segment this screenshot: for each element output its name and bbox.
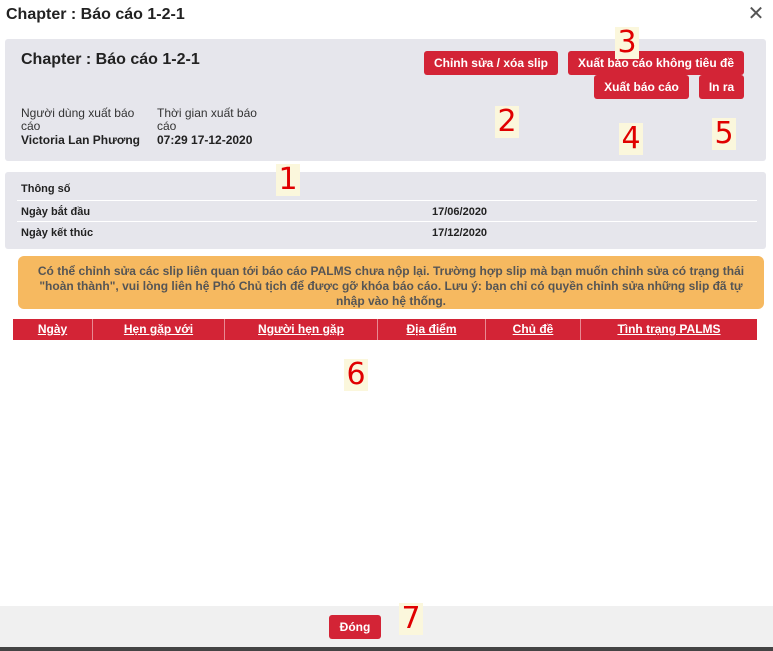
- column-location[interactable]: Địa điểm: [378, 319, 486, 340]
- param-row-end-date: Ngày kết thúc 17/12/2020: [17, 221, 757, 242]
- exported-by-label: Người dùng xuất báo cáo: [21, 106, 135, 133]
- close-button[interactable]: Đóng: [329, 615, 381, 639]
- bottom-divider: [0, 647, 773, 651]
- report-heading: Chapter : Báo cáo 1-2-1: [21, 51, 200, 68]
- end-date-label: Ngày kết thúc: [21, 227, 94, 239]
- export-no-header-button[interactable]: Xuất báo cáo không tiêu đề: [568, 51, 744, 75]
- close-icon[interactable]: ✕: [747, 4, 765, 24]
- edit-notice: Có thể chỉnh sửa các slip liên quan tới …: [18, 256, 764, 309]
- dialog-titlebar: Chapter : Báo cáo 1-2-1 ✕: [0, 0, 773, 32]
- callout-5: 5: [712, 118, 736, 150]
- export-time-value: 07:29 17-12-2020: [157, 133, 253, 147]
- callout-1: 1: [276, 164, 300, 196]
- export-time: Thời gian xuất báo cáo 07:29 17-12-2020: [157, 107, 277, 147]
- callout-4: 4: [619, 123, 643, 155]
- export-time-label: Thời gian xuất báo cáo: [157, 106, 257, 133]
- print-button[interactable]: In ra: [699, 75, 744, 99]
- exported-by: Người dùng xuất báo cáo Victoria Lan Phư…: [21, 107, 141, 147]
- param-row-start-date: Ngày bắt đầu 17/06/2020: [17, 200, 757, 221]
- column-palms-status[interactable]: Tình trạng PALMS: [581, 319, 757, 340]
- dialog-footer: Đóng: [0, 606, 773, 647]
- column-meeting-with[interactable]: Hẹn gặp với: [93, 319, 225, 340]
- start-date-label: Ngày bắt đầu: [21, 206, 91, 218]
- callout-3: 3: [615, 27, 639, 59]
- callout-2: 2: [495, 106, 519, 138]
- edit-slip-button[interactable]: Chỉnh sửa / xóa slip: [424, 51, 558, 75]
- column-date[interactable]: Ngày: [13, 319, 93, 340]
- callout-6: 6: [344, 359, 368, 391]
- export-report-button[interactable]: Xuất báo cáo: [594, 75, 689, 99]
- dialog-title: Chapter : Báo cáo 1-2-1: [6, 6, 185, 23]
- callout-7: 7: [399, 603, 423, 635]
- column-meeting-person[interactable]: Người hẹn gặp: [225, 319, 378, 340]
- slips-table-header: Ngày Hẹn gặp với Người hẹn gặp Địa điểm …: [13, 319, 757, 340]
- parameters-title: Thông số: [21, 183, 71, 195]
- column-topic[interactable]: Chủ đề: [486, 319, 581, 340]
- end-date-value: 17/12/2020: [432, 227, 488, 239]
- exported-by-value: Victoria Lan Phương: [21, 133, 141, 147]
- parameters-panel: Thông số Ngày bắt đầu 17/06/2020 Ngày kế…: [5, 172, 766, 249]
- start-date-value: 17/06/2020: [432, 206, 488, 218]
